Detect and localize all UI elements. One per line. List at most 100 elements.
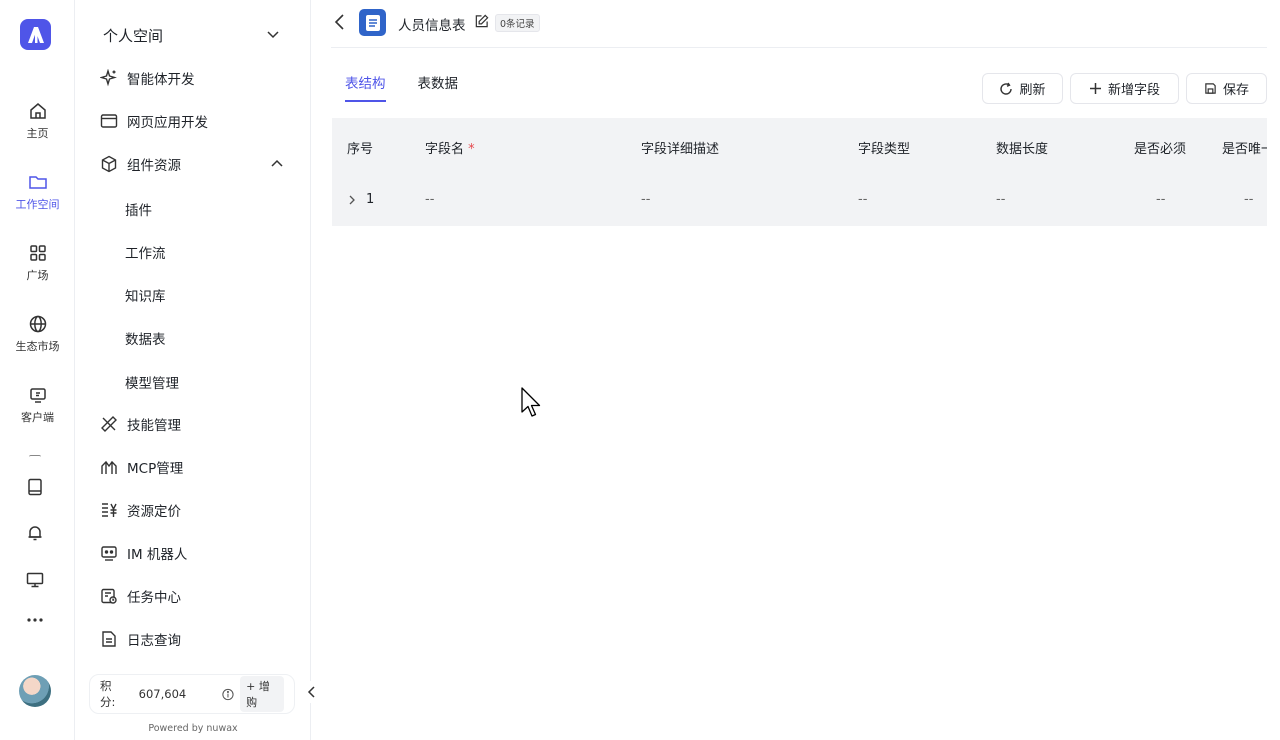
cell-unique[interactable]: -- [1244, 192, 1253, 207]
col-header-desc: 字段详细描述 [641, 142, 720, 157]
sparkle-icon [99, 68, 119, 88]
record-count-badge: 0条记录 [495, 14, 540, 32]
required-mark: * [468, 142, 475, 157]
header-bar: 人员信息表 0条记录 [331, 0, 1267, 48]
robot-icon [99, 543, 119, 563]
menu-item-components[interactable]: 组件资源 [99, 152, 289, 176]
grid-icon [29, 245, 46, 261]
tab-structure[interactable]: 表结构 [345, 72, 386, 102]
pricing-icon [99, 500, 119, 520]
chevron-down-icon[interactable] [265, 26, 281, 42]
points-box: 积分: 607,604 + 增购 [89, 674, 295, 714]
app-logo[interactable] [20, 19, 51, 50]
menu-label: 任务中心 [127, 590, 181, 606]
cell-name[interactable]: -- [425, 192, 434, 207]
add-field-label: 新增字段 [1107, 83, 1160, 98]
rail-item-home[interactable]: 主页 [0, 101, 75, 141]
left-rail: 主页 工作空间 广场 生态市场 客户端 [0, 0, 75, 740]
more-icon[interactable] [24, 609, 46, 631]
add-field-button[interactable]: 新增字段 [1070, 73, 1179, 104]
expand-chevron-icon[interactable] [347, 194, 357, 206]
monitor-icon[interactable] [24, 569, 46, 591]
points-label: 积分: [100, 679, 116, 709]
main-content: 人员信息表 0条记录 表结构 表数据 刷新 新增字段 保存 序号 字段名 * 字… [311, 0, 1280, 740]
book-icon[interactable] [24, 476, 46, 498]
schema-table: 序号 字段名 * 字段详细描述 字段类型 数据长度 是否必须 是否唯一 1 --… [332, 118, 1267, 226]
menu-item-tasks[interactable]: 任务中心 [99, 584, 289, 608]
bell-icon[interactable] [24, 522, 46, 544]
refresh-label: 刷新 [1019, 83, 1046, 98]
refresh-button[interactable]: 刷新 [982, 73, 1063, 104]
task-icon [99, 586, 119, 606]
menu-item-skills[interactable]: 技能管理 [99, 412, 289, 436]
browser-icon [99, 111, 119, 131]
save-button[interactable]: 保存 [1186, 73, 1267, 104]
rail-label-plaza: 广场 [26, 269, 49, 282]
table-doc-icon [359, 9, 386, 36]
menu-label: 智能体开发 [127, 72, 195, 88]
cell-index: 1 [366, 192, 375, 207]
save-icon [1205, 83, 1216, 94]
home-icon [29, 103, 46, 119]
menu-label: IM 机器人 [127, 547, 188, 563]
refresh-icon [1000, 82, 1013, 95]
submenu-models[interactable]: 模型管理 [125, 372, 179, 392]
submenu-datatable[interactable]: 数据表 [125, 328, 166, 348]
rail-label-client: 客户端 [21, 411, 54, 424]
menu-item-pricing[interactable]: 资源定价 [99, 498, 289, 522]
tab-bar: 表结构 表数据 [345, 72, 458, 102]
edit-icon[interactable] [474, 14, 489, 29]
client-icon [29, 388, 46, 403]
chevron-up-icon[interactable] [270, 157, 284, 171]
menu-label: 资源定价 [127, 504, 181, 520]
rail-label-market: 生态市场 [15, 340, 60, 353]
col-header-name: 字段名 * [425, 138, 475, 157]
log-icon [99, 629, 119, 649]
menu-label: 技能管理 [127, 418, 181, 434]
side-panel: 个人空间 智能体开发 网页应用开发 组件资源 插件 工作流 知识库 数据表 模型… [75, 0, 311, 740]
back-arrow-icon[interactable] [331, 12, 349, 32]
menu-label: 组件资源 [127, 158, 181, 174]
menu-item-mcp[interactable]: MCP管理 [99, 455, 289, 479]
workspace-title[interactable]: 个人空间 [103, 25, 163, 46]
rail-item-client[interactable]: 客户端 [0, 385, 75, 425]
cell-length[interactable]: -- [996, 192, 1005, 207]
save-label: 保存 [1222, 83, 1249, 98]
menu-label: 网页应用开发 [127, 115, 208, 131]
info-icon[interactable] [222, 688, 234, 701]
col-header-index: 序号 [347, 142, 374, 157]
mcp-icon [99, 457, 119, 477]
mouse-cursor-icon [521, 387, 541, 417]
menu-item-logs[interactable]: 日志查询 [99, 627, 289, 651]
cube-icon [99, 154, 119, 174]
col-header-required: 是否必须 [1134, 142, 1187, 157]
rail-label-home: 主页 [26, 127, 49, 140]
menu-item-im-bot[interactable]: IM 机器人 [99, 541, 289, 565]
menu-label: MCP管理 [127, 461, 184, 477]
col-header-length: 数据长度 [996, 142, 1049, 157]
tab-data[interactable]: 表数据 [418, 72, 459, 102]
powered-by: Powered by nuwax [148, 723, 238, 734]
cell-required[interactable]: -- [1156, 192, 1165, 207]
menu-label: 日志查询 [127, 633, 181, 649]
submenu-workflow[interactable]: 工作流 [125, 242, 166, 262]
folder-icon [28, 176, 47, 189]
plus-icon [1089, 83, 1101, 94]
cell-type[interactable]: -- [858, 192, 867, 207]
rail-item-market[interactable]: 生态市场 [0, 314, 75, 354]
points-value: 607,604 [138, 687, 187, 701]
col-header-name-text: 字段名 [425, 142, 465, 157]
col-header-unique: 是否唯一 [1222, 142, 1267, 157]
submenu-knowledge[interactable]: 知识库 [125, 285, 166, 305]
rail-item-plaza[interactable]: 广场 [0, 243, 75, 283]
menu-item-agent-dev[interactable]: 智能体开发 [99, 66, 289, 90]
submenu-plugin[interactable]: 插件 [125, 199, 152, 219]
rail-label-workspace: 工作空间 [15, 198, 60, 211]
scroll-hint [29, 455, 41, 457]
col-header-type: 字段类型 [858, 142, 911, 157]
cell-desc[interactable]: -- [641, 192, 650, 207]
buy-points-button[interactable]: + 增购 [240, 676, 284, 712]
avatar[interactable] [19, 675, 51, 707]
menu-item-web-dev[interactable]: 网页应用开发 [99, 109, 289, 133]
rail-item-workspace[interactable]: 工作空间 [0, 172, 75, 212]
